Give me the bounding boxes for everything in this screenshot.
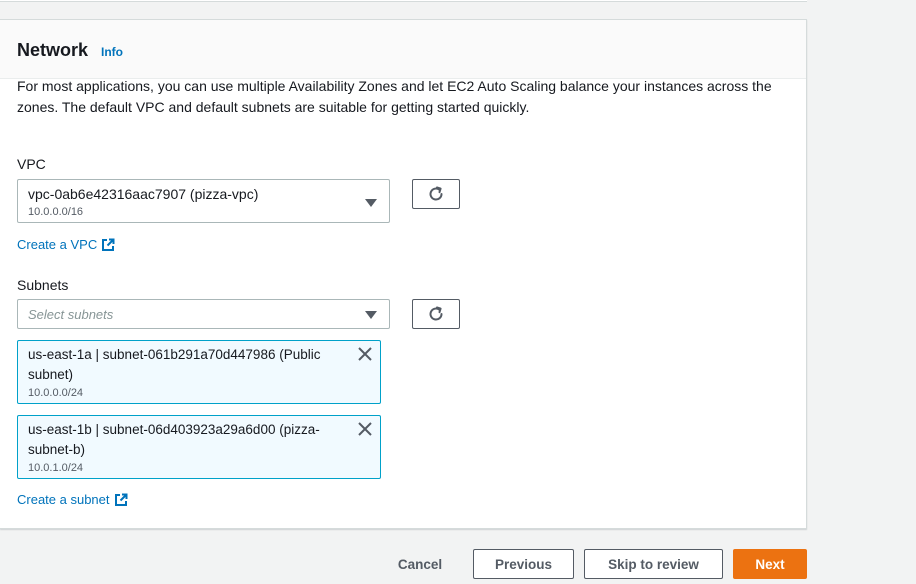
vpc-selected-value: vpc-0ab6e42316aac7907 (pizza-vpc)	[28, 186, 259, 202]
vpc-selected-cidr: 10.0.0.0/16	[28, 206, 84, 218]
previous-button[interactable]: Previous	[473, 549, 574, 579]
network-title: Network	[17, 40, 89, 60]
info-link[interactable]: Info	[101, 45, 123, 59]
close-icon[interactable]	[356, 420, 374, 438]
subnet-token-cidr: 10.0.1.0/24	[28, 462, 84, 474]
network-card-header: Network Info	[0, 20, 806, 79]
network-description: For most applications, you can use multi…	[17, 78, 772, 115]
create-vpc-label: Create a VPC	[17, 237, 98, 252]
create-subnet-link[interactable]: Create a subnet	[17, 492, 128, 507]
subnet-token: us-east-1a | subnet-061b291a70d447986 (P…	[17, 340, 381, 404]
create-vpc-link[interactable]: Create a VPC	[17, 237, 115, 252]
subnet-token-cidr: 10.0.0.0/24	[28, 387, 84, 399]
subnets-placeholder: Select subnets	[28, 307, 114, 322]
caret-down-icon	[365, 311, 377, 319]
subnet-token-label: us-east-1b | subnet-06d403923a29a6d00 (p…	[28, 422, 320, 457]
vpc-refresh-button[interactable]	[412, 179, 460, 209]
subnets-refresh-button[interactable]	[412, 299, 460, 329]
create-subnet-label: Create a subnet	[17, 492, 110, 507]
subnets-select[interactable]: Select subnets	[17, 299, 390, 329]
refresh-icon	[429, 186, 443, 201]
caret-down-icon	[365, 199, 377, 207]
vpc-label: VPC	[17, 156, 46, 172]
external-link-icon	[102, 238, 115, 251]
close-icon[interactable]	[356, 345, 374, 363]
next-button[interactable]: Next	[733, 549, 807, 579]
vpc-select[interactable]: vpc-0ab6e42316aac7907 (pizza-vpc) 10.0.0…	[17, 179, 390, 223]
refresh-icon	[429, 306, 443, 321]
subnet-token-label: us-east-1a | subnet-061b291a70d447986 (P…	[28, 347, 321, 382]
previous-section-card	[0, 0, 807, 2]
subnet-token: us-east-1b | subnet-06d403923a29a6d00 (p…	[17, 415, 381, 479]
skip-to-review-button[interactable]: Skip to review	[584, 549, 723, 579]
external-link-icon	[114, 493, 128, 506]
cancel-button[interactable]: Cancel	[385, 549, 455, 579]
subnets-label: Subnets	[17, 277, 69, 293]
